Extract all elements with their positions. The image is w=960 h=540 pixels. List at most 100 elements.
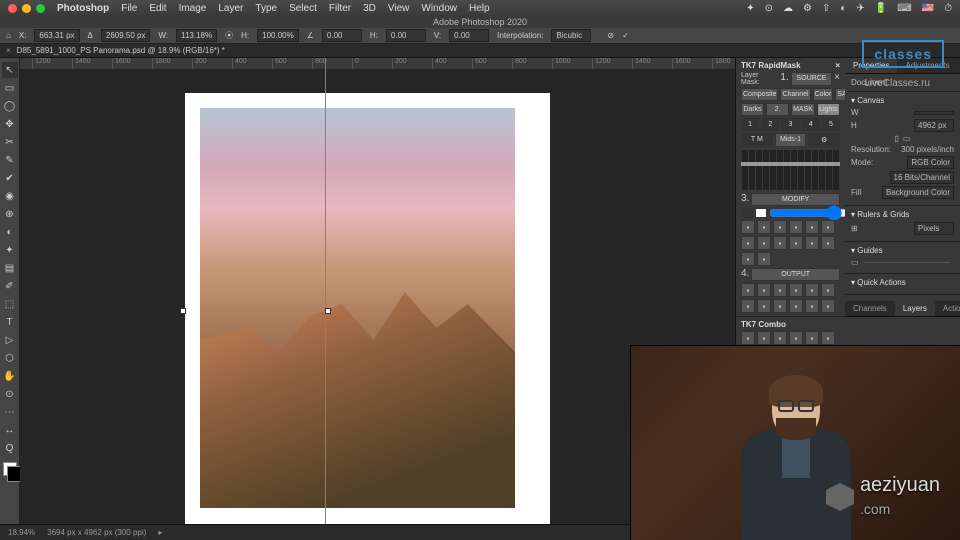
landscape-icon[interactable]: ▭ [903,134,911,143]
icon-button[interactable]: ▪ [789,331,803,345]
icon-button[interactable]: ▪ [821,331,835,345]
transform-handle[interactable] [325,308,331,314]
tool-17[interactable]: ✋ [2,368,18,384]
icon-button[interactable]: ▪ [757,236,771,250]
tool-6[interactable]: ✔ [2,170,18,186]
slider-bank[interactable] [741,150,840,190]
home-icon[interactable]: ⌂ [6,31,11,40]
menu-help[interactable]: Help [469,3,490,14]
x-field[interactable]: 663.31 px [34,29,79,42]
icon-button[interactable]: ▪ [789,220,803,234]
commit-transform-icon[interactable]: ✓ [622,31,629,40]
tool-2[interactable]: ◯ [2,98,18,114]
skew-v-field[interactable]: 0.00 [449,29,489,42]
panel-button[interactable]: 4 [802,118,820,131]
menubar-icon[interactable]: ✈ [856,3,864,14]
icon-button[interactable]: ▪ [773,331,787,345]
menu-3d[interactable]: 3D [363,3,376,14]
icon-button[interactable]: ▪ [757,331,771,345]
icon-button[interactable]: ▪ [789,299,803,313]
menubar-icon[interactable]: ☁ [783,3,793,14]
icon-button[interactable]: ▪ [741,299,755,313]
menubar-icon[interactable]: ⚙ [803,3,812,14]
tool-10[interactable]: ✦ [2,242,18,258]
panel-button[interactable]: Composite [741,88,778,101]
transform-handle[interactable] [180,308,186,314]
tool-7[interactable]: ◉ [2,188,18,204]
tool-0[interactable]: ↖ [2,62,18,78]
panel-button[interactable]: 3 [781,118,799,131]
icon-button[interactable]: ▪ [773,283,787,297]
tm-button[interactable]: T M [741,133,773,147]
document-canvas[interactable] [185,93,550,524]
angle-field[interactable]: 0.00 [322,29,362,42]
canvas-h[interactable]: 4962 px [914,119,954,132]
icon-button[interactable]: ▪ [757,299,771,313]
vertical-guide[interactable] [325,58,326,524]
black-swatch[interactable] [741,208,753,218]
icon-button[interactable]: ▪ [741,252,755,266]
zoom-value[interactable]: 18.94% [8,528,35,537]
link-icon[interactable]: ⦿ [225,30,233,41]
tool-18[interactable]: ⊙ [2,386,18,402]
icon-button[interactable]: ▪ [805,283,819,297]
grid-icon[interactable]: ⊞ [851,224,858,233]
menu-type[interactable]: Type [255,3,277,14]
guide-icon[interactable]: ▭ [851,258,859,267]
menu-file[interactable]: File [121,3,137,14]
tab-layers[interactable]: Layers [895,301,935,316]
source-button[interactable]: SOURCE [791,72,832,86]
panel-button[interactable]: 5 [822,118,840,131]
icon-button[interactable]: ▪ [741,331,755,345]
modify-slider[interactable] [769,208,845,218]
panel-close-icon[interactable]: × [835,61,840,70]
tool-14[interactable]: T [2,314,18,330]
tool-13[interactable]: ⬚ [2,296,18,312]
y-field[interactable]: 2609.50 px [101,29,151,42]
menubar-icon[interactable]: ◐ [840,3,846,14]
tool-3[interactable]: ✥ [2,116,18,132]
icon-button[interactable]: ▪ [805,236,819,250]
gear-icon[interactable]: ⚙ [808,133,840,147]
white-swatch[interactable] [755,208,767,218]
zoom-traffic-light[interactable] [36,4,45,13]
menubar-icon[interactable]: ✦ [746,3,754,14]
fill-value[interactable]: Background Color [882,186,954,199]
tool-11[interactable]: ▤ [2,260,18,276]
window-controls[interactable] [8,4,45,13]
color-swatches[interactable] [3,462,17,476]
tool-19[interactable]: ⋯ [2,404,18,420]
icon-button[interactable]: ▪ [805,220,819,234]
icon-button[interactable]: ▪ [773,299,787,313]
icon-button[interactable]: ▪ [773,236,787,250]
tool-4[interactable]: ✂ [2,134,18,150]
tool-5[interactable]: ✎ [2,152,18,168]
minimize-traffic-light[interactable] [22,4,31,13]
icon-button[interactable]: ▪ [757,252,771,266]
menu-filter[interactable]: Filter [329,3,351,14]
menubar-icon[interactable]: 🔋 [875,3,887,14]
mode-value[interactable]: RGB Color [907,156,954,169]
menu-view[interactable]: View [388,3,410,14]
panel-button[interactable]: MASK [791,103,815,116]
document-tab[interactable]: D85_5891_1000_PS Panorama.psd @ 18.9% (R… [17,46,225,55]
icon-button[interactable]: ▪ [741,283,755,297]
icon-button[interactable]: ▪ [805,331,819,345]
menu-window[interactable]: Window [421,3,457,14]
tool-16[interactable]: ⬡ [2,350,18,366]
bits-value[interactable]: 16 Bits/Channel [890,171,954,184]
icon-button[interactable]: ▪ [757,220,771,234]
tool-20[interactable]: ↔ [2,422,18,438]
panel-button[interactable]: SAT [835,88,845,101]
menubar-icon[interactable]: ⊙ [765,3,773,14]
icon-button[interactable]: ▪ [821,220,835,234]
w-field[interactable]: 113.18% [176,29,217,42]
icon-button[interactable]: ▪ [757,283,771,297]
tab-actions[interactable]: Actions [935,301,960,316]
mids-button[interactable]: Mids-1 [775,133,807,147]
tool-8[interactable]: ⊕ [2,206,18,222]
canvas-area[interactable]: 1200140016001800200400600800020040060080… [20,58,735,524]
panel-button[interactable]: Darks [741,103,764,116]
menubar-icon[interactable]: ⇧ [822,3,830,14]
cancel-transform-icon[interactable]: ⊘ [607,31,614,40]
